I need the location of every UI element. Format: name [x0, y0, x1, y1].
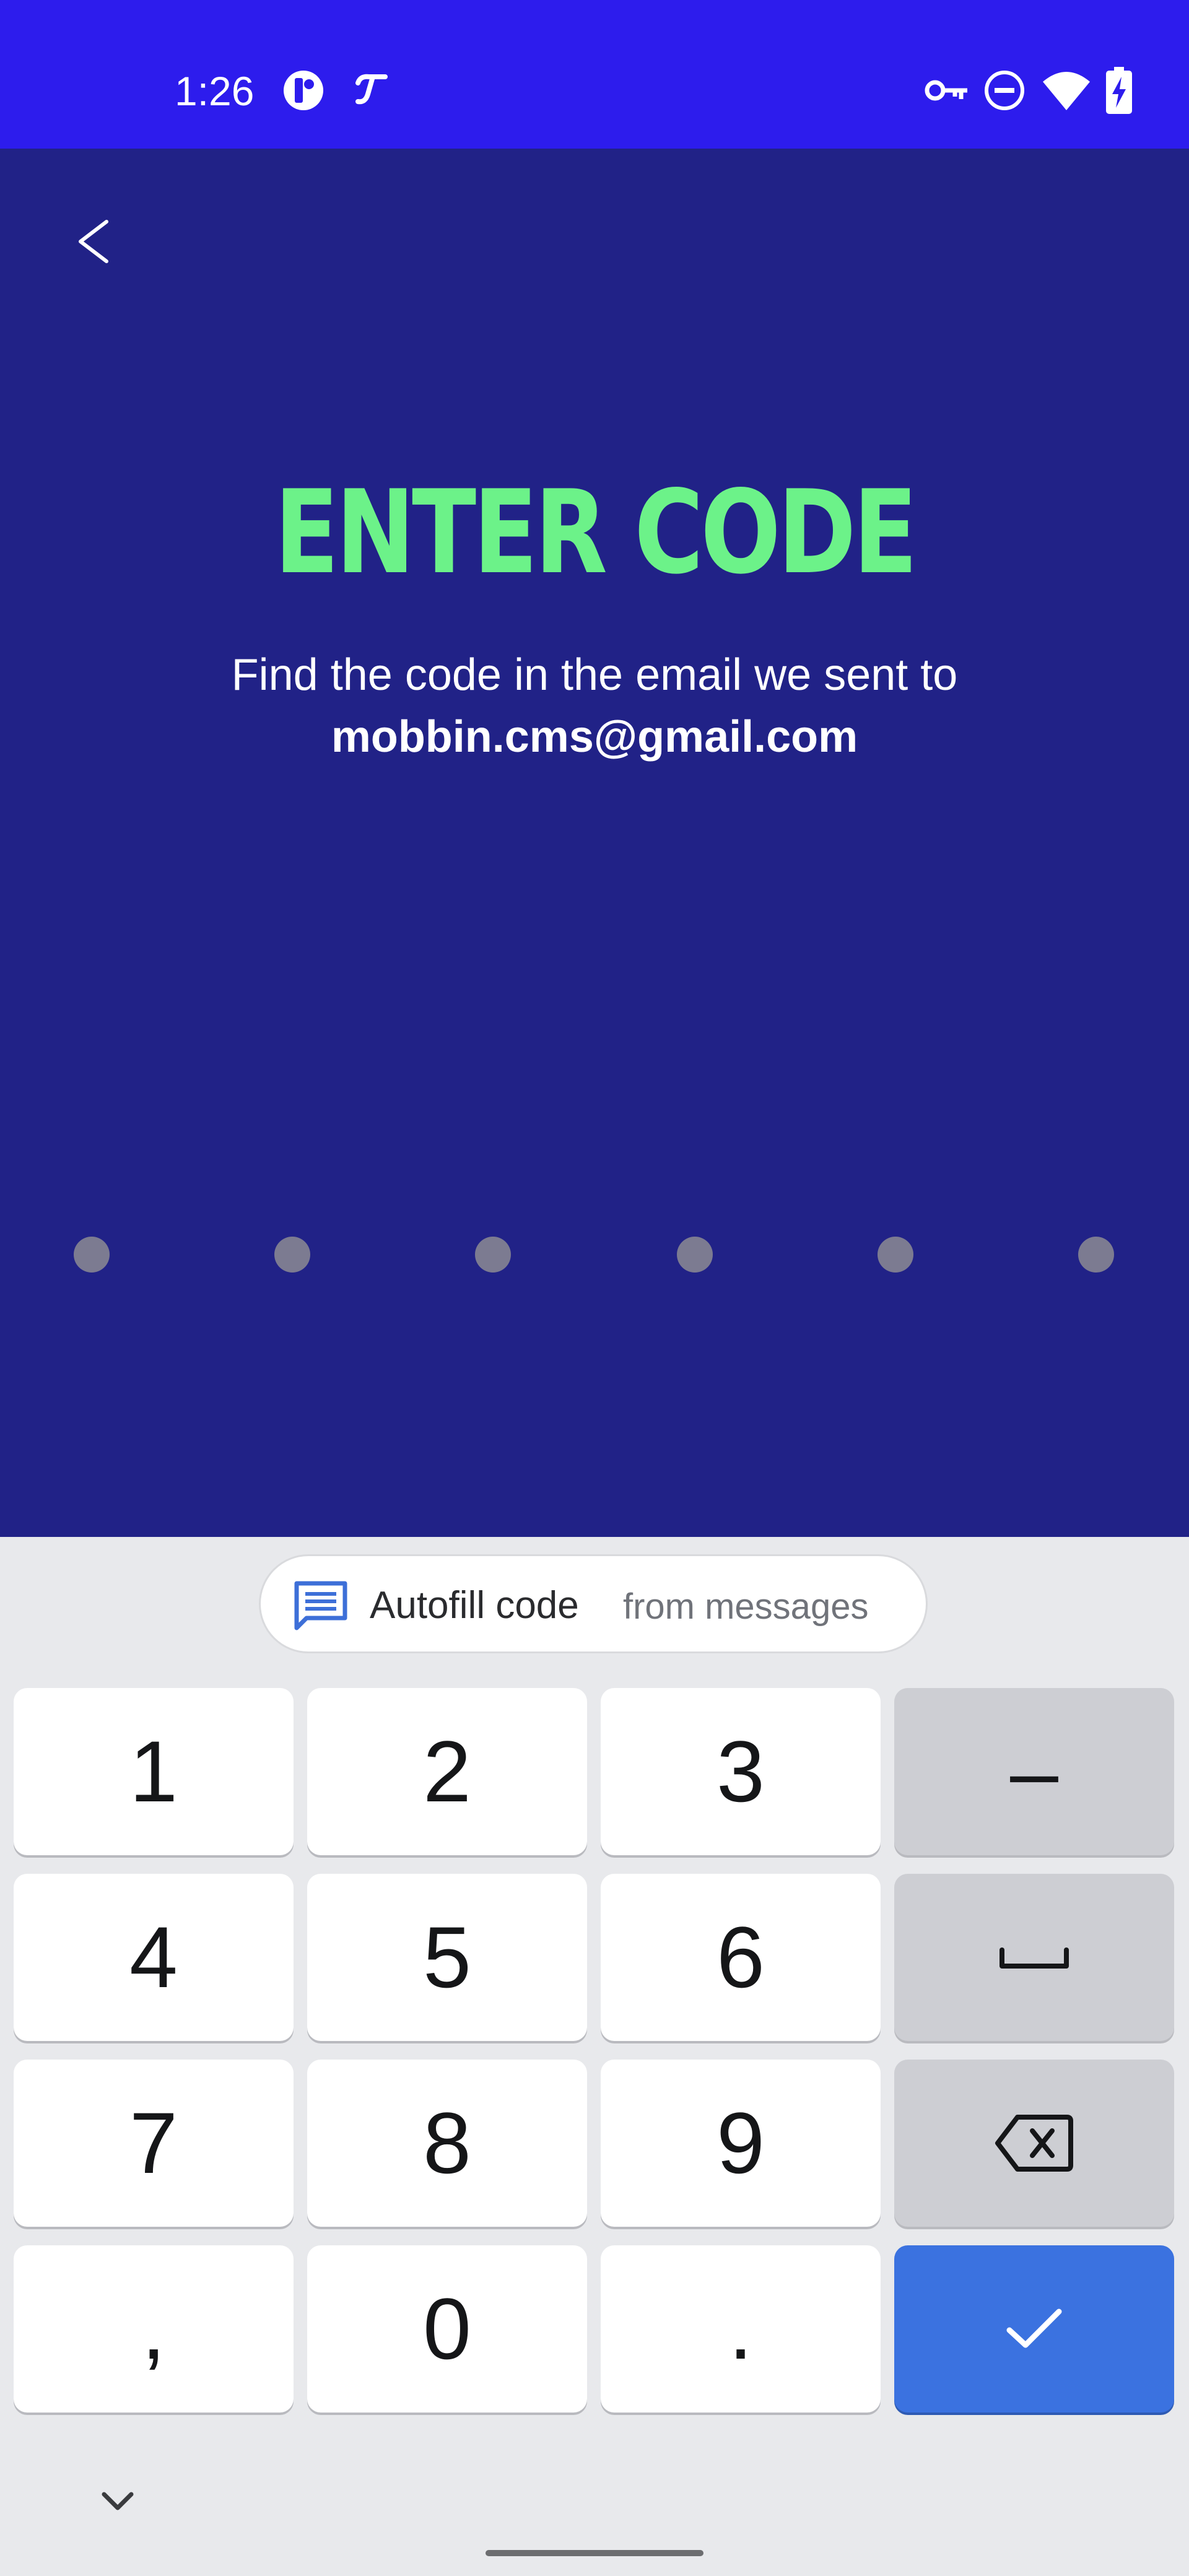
page-title: ENTER CODE — [274, 465, 918, 599]
code-digit-slot[interactable] — [475, 1237, 511, 1273]
autofill-code-chip[interactable]: Autofill code from messages — [259, 1554, 928, 1653]
status-bar: 1:26 — [0, 0, 1189, 149]
key-backspace[interactable] — [894, 2060, 1174, 2227]
home-indicator[interactable] — [486, 2550, 703, 2556]
message-icon — [293, 1580, 349, 1632]
key-2[interactable]: 2 — [307, 1688, 587, 1855]
key-period[interactable]: . — [601, 2245, 881, 2413]
backspace-icon — [995, 2115, 1073, 2172]
space-icon — [1000, 1947, 1069, 1969]
wifi-icon — [1040, 67, 1092, 114]
chevron-down-icon — [102, 2492, 134, 2510]
autofill-sublabel: from messages — [623, 1586, 869, 1627]
checkmark-icon — [1006, 2308, 1062, 2348]
code-digit-slot[interactable] — [1078, 1237, 1114, 1273]
vpn-key-icon — [923, 67, 972, 114]
code-digit-slot[interactable] — [677, 1237, 713, 1273]
status-time: 1:26 — [175, 68, 255, 114]
key-done[interactable] — [894, 2245, 1174, 2413]
do-not-disturb-icon — [981, 67, 1028, 114]
key-6[interactable]: 6 — [601, 1874, 881, 2041]
key-7[interactable]: 7 — [14, 2060, 294, 2227]
email-address: mobbin.cms@gmail.com — [331, 712, 858, 762]
numeric-keyboard: Autofill code from messages 1 2 3 – 4 5 … — [0, 1537, 1189, 2576]
key-minus[interactable]: – — [894, 1688, 1174, 1855]
key-1[interactable]: 1 — [14, 1688, 294, 1855]
key-9[interactable]: 9 — [601, 2060, 881, 2227]
subtitle-text: Find the code in the email we sent to — [231, 650, 958, 700]
key-3[interactable]: 3 — [601, 1688, 881, 1855]
code-entry-screen: ENTER CODE Find the code in the email we… — [0, 149, 1189, 1537]
key-0[interactable]: 0 — [307, 2245, 587, 2413]
hide-keyboard-button[interactable] — [87, 2477, 149, 2526]
battery-charging-icon — [1105, 67, 1133, 114]
key-4[interactable]: 4 — [14, 1874, 294, 2041]
code-digit-slot[interactable] — [74, 1237, 110, 1273]
back-button[interactable] — [62, 204, 136, 279]
key-space[interactable] — [894, 1874, 1174, 2041]
autofill-label: Autofill code — [370, 1584, 579, 1627]
key-8[interactable]: 8 — [307, 2060, 587, 2227]
code-digit-slot[interactable] — [878, 1237, 913, 1273]
chevron-left-icon — [79, 220, 108, 263]
app-circle-icon — [280, 67, 327, 114]
code-digit-slot[interactable] — [274, 1237, 310, 1273]
tinder-flame-icon — [347, 67, 394, 114]
key-comma[interactable]: , — [14, 2245, 294, 2413]
key-5[interactable]: 5 — [307, 1874, 587, 2041]
